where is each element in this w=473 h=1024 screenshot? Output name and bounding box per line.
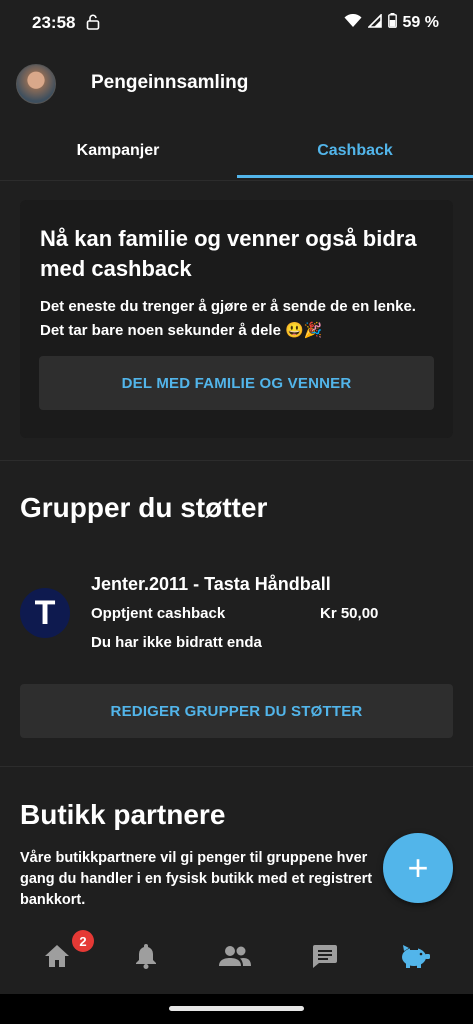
tab-kampanjer[interactable]: Kampanjer (0, 124, 236, 178)
home-icon (44, 944, 70, 973)
add-fab-button[interactable]: + (383, 833, 453, 903)
bottom-navigation (0, 924, 473, 994)
tab-bar: Kampanjer Cashback (0, 124, 473, 181)
status-bar: 23:58 59 % (0, 0, 473, 46)
cashback-label: Opptjent cashback (91, 605, 226, 622)
people-icon (219, 945, 251, 972)
edit-groups-button[interactable]: REDIGER GRUPPER DU STØTTER (20, 684, 453, 738)
section-divider (0, 460, 473, 461)
nav-home[interactable] (37, 940, 77, 976)
signal-icon (366, 12, 382, 33)
partners-heading: Butikk partnere (20, 799, 226, 830)
piggy-bank-icon (399, 943, 431, 974)
group-name[interactable]: Jenter.2011 - Tasta Håndball (91, 574, 331, 595)
share-with-family-button[interactable]: DEL MED FAMILIE OG VENNER (39, 356, 434, 410)
share-card: Nå kan familie og venner også bidra med … (20, 200, 453, 438)
share-card-text: Det eneste du trenger å gjøre er å sende… (40, 298, 416, 339)
nav-fundraising[interactable] (395, 940, 435, 976)
notification-badge: 2 (72, 930, 94, 952)
tab-cashback[interactable]: Cashback (237, 124, 473, 178)
page-title: Pengeinnsamling (91, 72, 249, 93)
contribution-status: Du har ikke bidratt enda (91, 634, 262, 651)
section-divider (0, 766, 473, 767)
status-time: 23:58 (32, 13, 76, 32)
share-card-title: Nå kan familie og venner også bidra med … (40, 226, 417, 281)
active-tab-indicator (237, 175, 473, 178)
battery-percent: 59 % (402, 14, 439, 31)
home-gesture-handle[interactable] (169, 1006, 304, 1011)
app-bar: Pengeinnsamling (0, 50, 473, 116)
nav-people[interactable] (215, 940, 255, 976)
battery-icon (387, 13, 397, 33)
bell-icon (135, 943, 157, 974)
group-logo: T (20, 588, 70, 638)
wifi-icon (344, 13, 362, 33)
plus-icon: + (407, 847, 429, 888)
cashback-value: Kr 50,00 (320, 605, 379, 622)
avatar[interactable] (16, 64, 56, 104)
nav-notifications[interactable] (126, 940, 166, 976)
partners-description: Våre butikkpartnere vil gi penger til gr… (20, 850, 373, 908)
lock-open-icon (86, 14, 100, 35)
nav-messages[interactable] (305, 940, 345, 976)
groups-heading: Grupper du støtter (20, 492, 268, 523)
chat-icon (312, 943, 338, 974)
